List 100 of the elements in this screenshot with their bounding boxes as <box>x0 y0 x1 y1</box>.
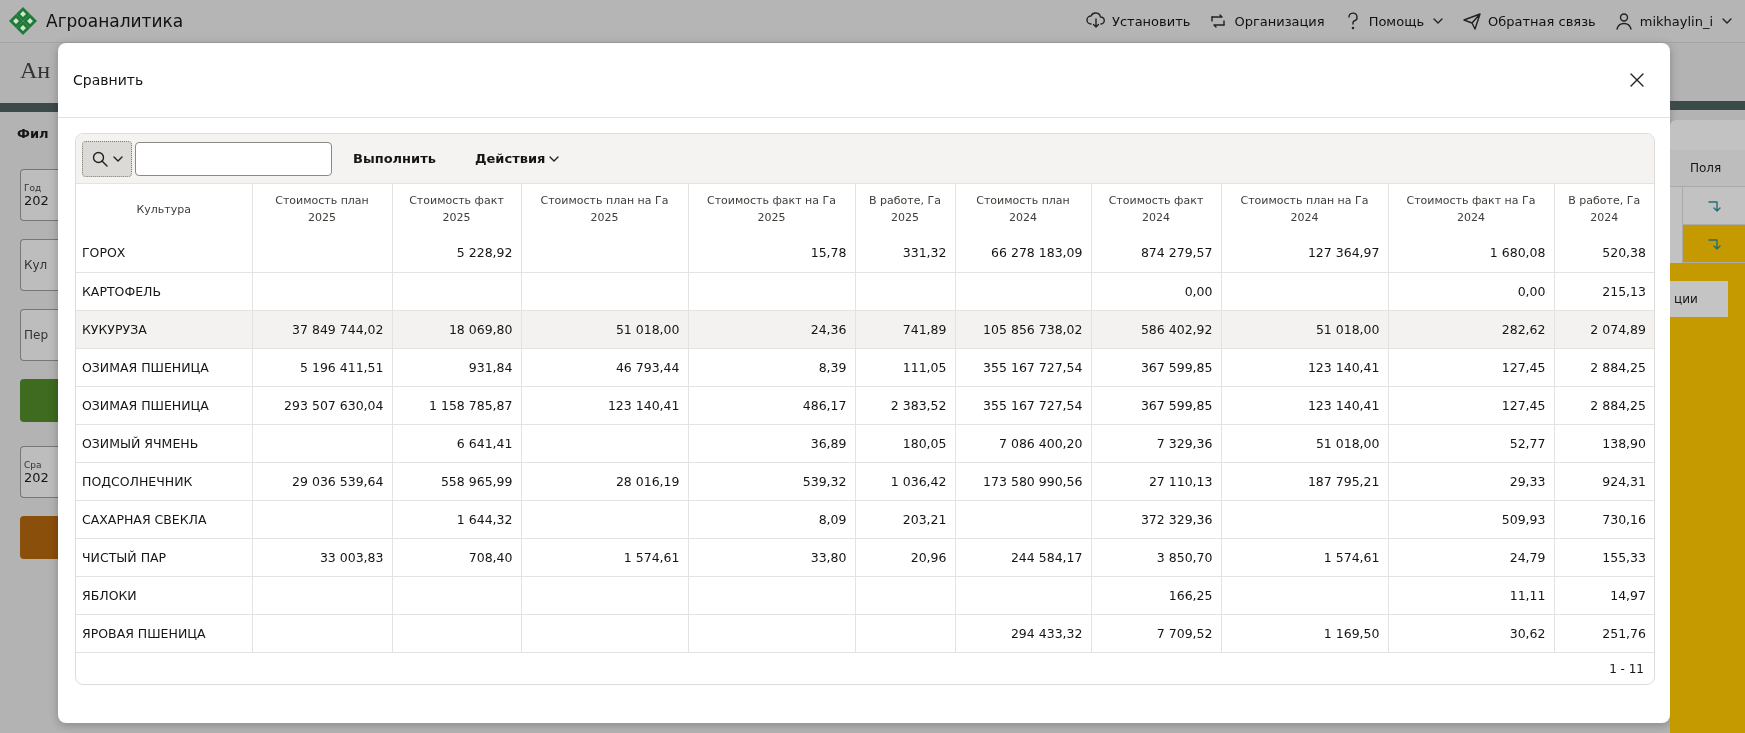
close-icon <box>1630 73 1644 87</box>
column-header: Поля <box>1670 150 1745 187</box>
table-cell: 8,39 <box>818 359 847 375</box>
table-cell: 127 364,97 <box>1307 245 1380 261</box>
table-cell: 2 884,25 <box>1590 359 1646 375</box>
table-cell: 28 016,19 <box>615 473 680 489</box>
select-field[interactable]: Пер <box>20 309 58 361</box>
table-cell: 1 574,61 <box>1323 549 1380 565</box>
table-cell: 8,09 <box>818 511 847 527</box>
table-cell: ЧИСТЫЙ ПАР <box>82 549 167 565</box>
table-cell: 155,33 <box>1602 549 1646 565</box>
table-cell: 5 228,92 <box>456 245 513 261</box>
table-row[interactable]: ОЗИМАЯ ПШЕНИЦА 5 196 411,51 931,84 46 793,44 8,39 111,05 355 167 727,54 367 599,85 123 140,41 127,45 2 884,25 <box>76 348 1654 386</box>
table-cell: 741,89 <box>902 321 947 337</box>
pagination-range: 1 - 11 <box>1609 661 1644 676</box>
table-cell: 0,00 <box>1517 283 1546 299</box>
table-row[interactable]: ОЗИМАЯ ПШЕНИЦА 293 507 630,04 1 158 785,87 123 140,41 486,17 2 383,52 355 167 727,54 367 599,85 123 140,41 127,45 2 884,25 <box>76 386 1654 424</box>
column-header[interactable]: Стоимость факт 2025 <box>409 192 504 226</box>
table-cell: ОЗИМЫЙ ЯЧМЕНЬ <box>82 435 199 451</box>
table-cell: ЯБЛОКИ <box>82 587 137 603</box>
table-cell: 24,79 <box>1509 549 1546 565</box>
field-label: Год <box>24 182 42 193</box>
color-button[interactable] <box>20 516 58 559</box>
color-button[interactable] <box>20 379 58 422</box>
table-cell: 874 279,57 <box>1140 245 1213 261</box>
column-header[interactable]: Культура <box>136 200 191 218</box>
nav-link[interactable]: Помощь <box>1342 11 1445 31</box>
table-cell: 52,77 <box>1509 435 1546 451</box>
table-cell: 18 069,80 <box>448 321 513 337</box>
search-icon <box>91 150 108 167</box>
actions-menu[interactable]: Действия <box>456 151 578 166</box>
app-title: Агроаналитика <box>46 11 184 31</box>
table-cell: 244 584,17 <box>1010 549 1083 565</box>
nav-link[interactable]: Обратная связь <box>1462 11 1596 31</box>
table-row[interactable]: ЯБЛОКИ 166,25 11,11 14,97 <box>76 576 1654 614</box>
column-header[interactable]: Стоимость факт на Га 2024 <box>1406 192 1536 226</box>
table-cell: 2 074,89 <box>1590 321 1646 337</box>
table-cell: 558 965,99 <box>440 473 513 489</box>
column-header[interactable]: Стоимость план на Га 2025 <box>540 192 669 226</box>
field-value: 202 <box>24 192 49 208</box>
table-cell: 1 036,42 <box>890 473 947 489</box>
table-cell: КАРТОФЕЛЬ <box>82 283 162 299</box>
table-cell: 367 599,85 <box>1140 397 1213 413</box>
table-cell: 127,45 <box>1501 359 1546 375</box>
table-cell: 5 196 411,51 <box>300 359 384 375</box>
nav-link[interactable]: Установить <box>1086 11 1191 31</box>
column-header[interactable]: Стоимость план 2024 <box>976 192 1070 226</box>
column-header[interactable]: Стоимость план на Га 2024 <box>1240 192 1369 226</box>
table-cell: 123 140,41 <box>1307 397 1380 413</box>
send-icon <box>1462 11 1483 31</box>
table-cell: 293 507 630,04 <box>284 397 384 413</box>
table-row[interactable]: ПОДСОЛНЕЧНИК 29 036 539,64 558 965,99 28 016,19 539,32 1 036,42 173 580 990,56 27 110,13 187 795,21 29,33 924,31 <box>76 462 1654 500</box>
table-cell: 282,62 <box>1501 321 1546 337</box>
table-cell: 331,32 <box>902 245 947 261</box>
user-menu[interactable]: mikhaylin_i <box>1613 11 1733 31</box>
logo-icon <box>8 6 38 36</box>
table-cell: 1 169,50 <box>1323 625 1380 641</box>
table-row[interactable]: ЯРОВАЯ ПШЕНИЦА 294 433,32 7 709,52 1 169,50 30,62 251,76 <box>76 614 1654 652</box>
table-cell: 105 856 738,02 <box>983 321 1083 337</box>
nav-link[interactable]: Организация <box>1208 11 1325 31</box>
table-cell: 2 383,52 <box>890 397 947 413</box>
table-cell: 924,31 <box>1602 473 1646 489</box>
column-header[interactable]: Стоимость факт на Га 2025 <box>707 192 836 226</box>
tab[interactable]: ции <box>1670 281 1728 317</box>
column-header[interactable]: В работе, Га 2025 <box>869 192 941 226</box>
table-row[interactable]: ЧИСТЫЙ ПАР 33 003,83 708,40 1 574,61 33,80 20,96 244 584,17 3 850,70 1 574,61 24,79 155,33 <box>76 538 1654 576</box>
table-cell: 586 402,92 <box>1140 321 1213 337</box>
table-cell: КУКУРУЗА <box>82 321 147 337</box>
execute-button[interactable]: Выполнить <box>335 151 454 166</box>
table-cell: 1 644,32 <box>456 511 513 527</box>
table-cell: 509,93 <box>1501 511 1546 527</box>
column-header[interactable]: Стоимость факт 2024 <box>1108 192 1204 226</box>
table-cell: 51 018,00 <box>615 321 680 337</box>
search-field[interactable] <box>135 141 332 176</box>
column-header[interactable]: В работе, Га 2024 <box>1568 192 1641 226</box>
table-cell: 251,76 <box>1602 625 1646 641</box>
column-header[interactable]: Стоимость план 2025 <box>275 192 369 226</box>
select-field[interactable]: Кул <box>20 239 58 291</box>
table-cell: САХАРНАЯ СВЕКЛА <box>82 511 207 527</box>
table-cell: ОЗИМАЯ ПШЕНИЦА <box>82 359 209 375</box>
field-value: 202 <box>24 469 49 485</box>
table-row[interactable]: САХАРНАЯ СВЕКЛА 1 644,32 8,09 203,21 372 329,36 509,93 730,16 <box>76 500 1654 538</box>
table-row[interactable]: ОЗИМЫЙ ЯЧМЕНЬ 6 641,41 36,89 180,05 7 086 400,20 7 329,36 51 018,00 52,77 138,90 <box>76 424 1654 462</box>
table-cell: 111,05 <box>902 359 947 375</box>
select-field[interactable]: Сра 202 <box>20 446 58 498</box>
search-column-button[interactable] <box>82 140 132 177</box>
table-cell: 37 849 744,02 <box>292 321 384 337</box>
page-title: Ан <box>20 57 51 85</box>
table-row[interactable] <box>1682 225 1745 263</box>
table-cell: 0,00 <box>1184 283 1213 299</box>
table-cell: 51 018,00 <box>1315 321 1380 337</box>
table-cell: 7 709,52 <box>1156 625 1213 641</box>
table-cell: 180,05 <box>902 435 947 451</box>
table-cell: 486,17 <box>802 397 847 413</box>
table-row[interactable]: КУКУРУЗА 37 849 744,02 18 069,80 51 018,00 24,36 741,89 105 856 738,02 586 402,92 51 018,00 282,62 2 074,89 <box>76 310 1654 348</box>
table-row[interactable]: ГОРОХ 5 228,92 15,78 331,32 66 278 183,09 874 279,57 127 364,97 1 680,08 520,38 <box>76 234 1654 272</box>
table-cell: 14,97 <box>1610 587 1646 603</box>
table-cell: 1 680,08 <box>1489 245 1546 261</box>
select-field[interactable]: Год 202 <box>20 169 58 221</box>
table-cell: 138,90 <box>1602 435 1646 451</box>
